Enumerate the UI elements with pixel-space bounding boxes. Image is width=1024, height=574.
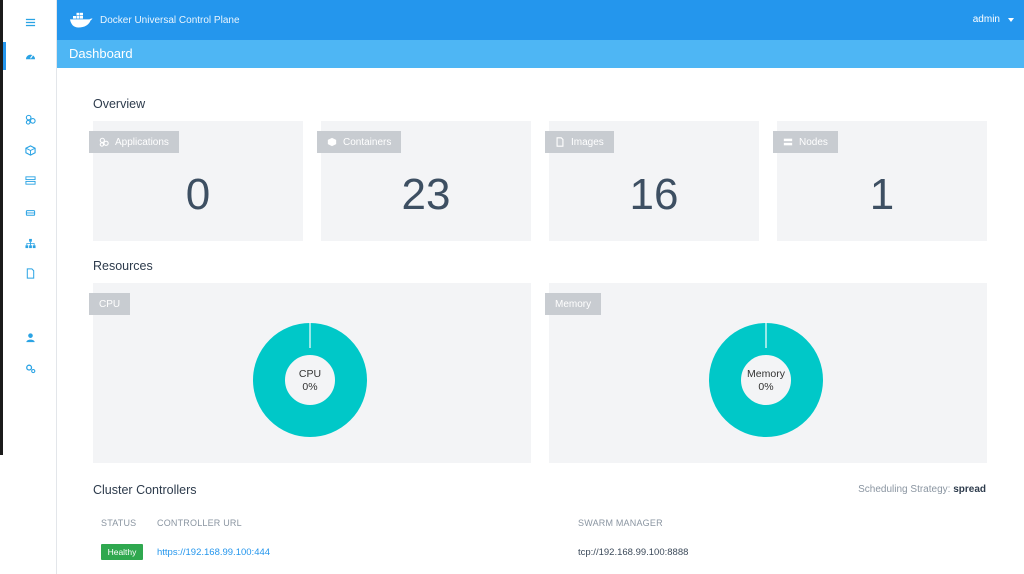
user-menu[interactable]: admin bbox=[973, 14, 1014, 25]
docker-logo-icon bbox=[70, 12, 93, 28]
sidebar-item-applications[interactable] bbox=[3, 105, 57, 133]
sidebar-item-networks[interactable] bbox=[3, 229, 57, 257]
containers-label: Containers bbox=[343, 136, 392, 148]
app-title: Docker Universal Control Plane bbox=[100, 15, 240, 26]
menu-toggle-button[interactable] bbox=[3, 8, 57, 36]
scheduling-strategy-label: Scheduling Strategy: bbox=[858, 484, 951, 495]
nodes-card[interactable]: Nodes 1 bbox=[773, 121, 987, 241]
dashboard-icon bbox=[25, 54, 35, 59]
networks-icon bbox=[24, 238, 36, 248]
applications-count: 0 bbox=[185, 170, 211, 219]
cpu-donut-label: CPU bbox=[298, 368, 322, 380]
cpu-card: CPU CPU 0% bbox=[89, 283, 531, 463]
volumes-icon bbox=[25, 209, 35, 216]
hamburger-icon bbox=[25, 18, 35, 26]
containers-count: 23 bbox=[401, 170, 451, 219]
scheduling-strategy: Scheduling Strategy: spread bbox=[858, 484, 986, 495]
sidebar-item-images[interactable] bbox=[3, 259, 57, 287]
status-badge: Healthy bbox=[101, 544, 143, 560]
applications-label: Applications bbox=[115, 136, 169, 148]
sidebar bbox=[3, 0, 57, 574]
nodes-icon bbox=[24, 175, 36, 185]
containers-icon bbox=[327, 137, 337, 147]
column-header-status: STATUS bbox=[101, 518, 137, 528]
page-header: Dashboard bbox=[57, 40, 1024, 68]
cpu-tag: CPU bbox=[89, 293, 131, 315]
sidebar-item-settings[interactable] bbox=[3, 354, 57, 382]
nodes-tag: Nodes bbox=[773, 131, 838, 153]
cpu-donut-value: 0% bbox=[302, 381, 318, 393]
user-icon bbox=[25, 332, 35, 342]
containers-card[interactable]: Containers 23 bbox=[317, 121, 531, 241]
user-name: admin bbox=[972, 14, 1000, 25]
cluster-controllers-title: Cluster Controllers bbox=[93, 483, 197, 497]
containers-icon bbox=[24, 144, 36, 156]
nodes-count: 1 bbox=[869, 170, 895, 219]
resources-title: Resources bbox=[93, 259, 153, 273]
images-tag: Images bbox=[545, 131, 614, 153]
swarm-manager-address: tcp://192.168.99.100:8888 bbox=[578, 547, 689, 558]
memory-tag-label: Memory bbox=[555, 298, 592, 310]
sidebar-item-users[interactable] bbox=[3, 323, 57, 351]
sidebar-item-containers[interactable] bbox=[3, 136, 57, 164]
memory-donut: Memory 0% bbox=[708, 322, 824, 438]
memory-tag: Memory bbox=[545, 293, 602, 315]
images-count: 16 bbox=[629, 170, 679, 219]
column-header-swarm-manager: SWARM MANAGER bbox=[578, 518, 663, 528]
applications-card[interactable]: Applications 0 bbox=[89, 121, 303, 241]
images-card[interactable]: Images 16 bbox=[545, 121, 759, 241]
applications-tag: Applications bbox=[89, 131, 179, 153]
images-icon bbox=[556, 137, 564, 147]
sidebar-item-dashboard[interactable] bbox=[3, 42, 57, 70]
memory-card: Memory Memory 0% bbox=[545, 283, 987, 463]
column-header-controller-url: CONTROLLER URL bbox=[157, 518, 242, 528]
nodes-label: Nodes bbox=[799, 136, 828, 148]
cpu-tag-label: CPU bbox=[99, 298, 121, 310]
applications-icon bbox=[99, 137, 109, 147]
nodes-icon bbox=[783, 138, 793, 146]
memory-donut-value: 0% bbox=[758, 381, 774, 393]
top-bar: Docker Universal Control Plane admin bbox=[57, 0, 1024, 40]
scheduling-strategy-value: spread bbox=[953, 484, 986, 495]
cpu-donut: CPU 0% bbox=[252, 322, 368, 438]
overview-title: Overview bbox=[93, 97, 146, 111]
memory-donut-label: Memory bbox=[747, 368, 785, 380]
containers-tag: Containers bbox=[317, 131, 402, 153]
controller-url-link[interactable]: https://192.168.99.100:444 bbox=[157, 547, 270, 558]
images-icon bbox=[26, 267, 34, 279]
caret-down-icon bbox=[1008, 17, 1014, 22]
images-label: Images bbox=[571, 136, 604, 148]
sidebar-item-nodes[interactable] bbox=[3, 166, 57, 194]
page-title: Dashboard bbox=[69, 46, 133, 61]
applications-icon bbox=[25, 114, 36, 125]
sidebar-item-volumes[interactable] bbox=[3, 198, 57, 226]
gears-icon bbox=[25, 364, 35, 373]
